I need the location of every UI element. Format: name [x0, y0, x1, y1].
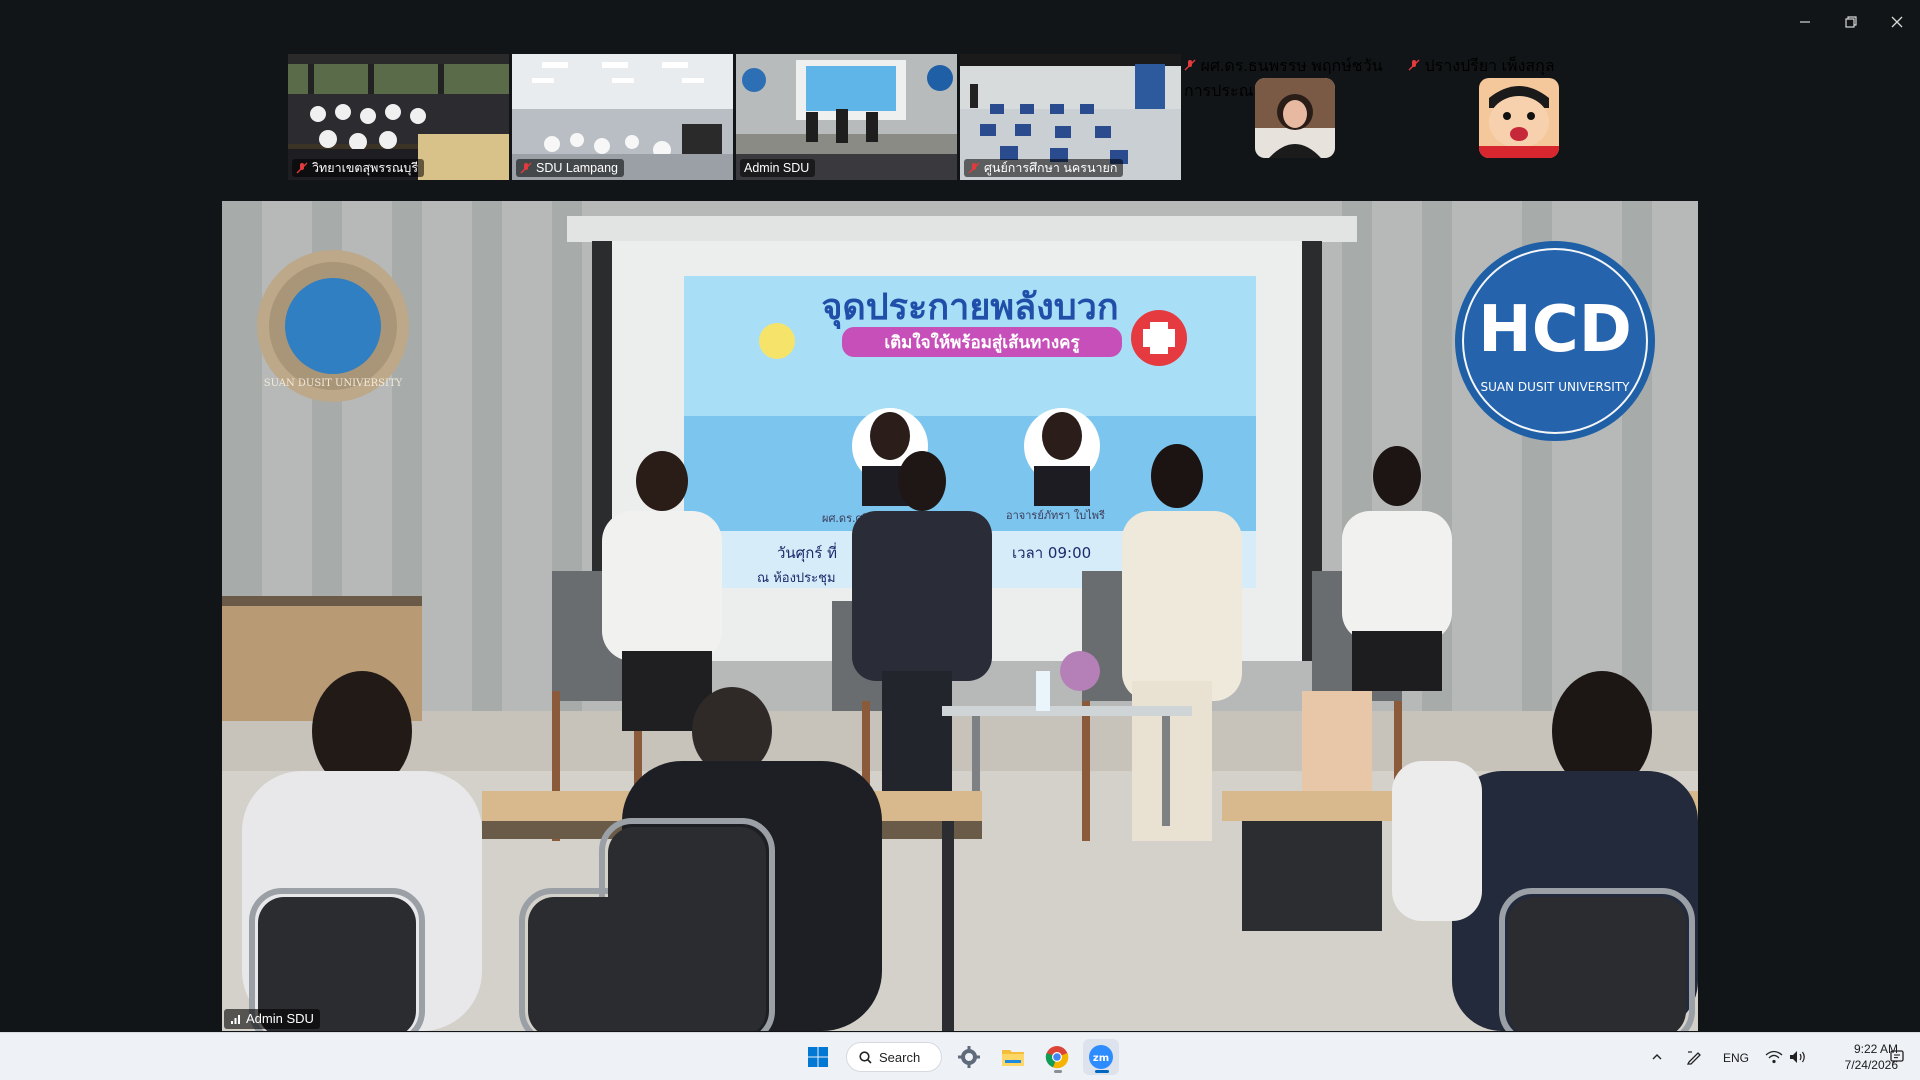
chrome-app[interactable] — [1039, 1039, 1075, 1075]
taskbar-search[interactable]: Search — [846, 1042, 942, 1072]
poster-title: จุดประกายพลังบวก — [821, 287, 1118, 330]
participant-tile[interactable]: ผศ.ดร.ธนพรรษ พฤกษ์ชวัน การประณ... — [1184, 54, 1405, 180]
zoom-meeting-window: วิทยาเขตสุพรรณบุรี SDU Lampang Admin SDU… — [0, 0, 1920, 1080]
poster-place: ณ ห้องประชุม — [757, 571, 836, 586]
active-indicator — [1095, 1070, 1109, 1073]
zoom-app[interactable]: zm — [1083, 1039, 1119, 1075]
close-button[interactable] — [1877, 10, 1917, 34]
right-logo-subtext: SUAN DUSIT UNIVERSITY — [1481, 380, 1631, 394]
main-speaker-video[interactable]: จุดประกายพลังบวก เติมใจให้พร้อมสู่เส้นทา… — [222, 201, 1698, 1031]
mic-off-icon — [1408, 59, 1420, 71]
svg-text:zm: zm — [1093, 1053, 1109, 1064]
poster-date: วันศุกร์ ที่ — [777, 542, 837, 563]
settings-app[interactable] — [951, 1039, 987, 1075]
poster-time: เวลา 09:00 — [1012, 544, 1091, 562]
participant-tile[interactable]: SDU Lampang — [512, 54, 733, 180]
participant-name: ศูนย์การศึกษา นครนายก — [964, 159, 1124, 177]
pen-icon — [1686, 1051, 1701, 1065]
wifi-icon — [1765, 1050, 1783, 1064]
participant-name-text: Admin SDU — [744, 161, 810, 175]
main-speaker-name: Admin SDU — [224, 1009, 320, 1029]
avatar — [1255, 78, 1335, 158]
search-icon — [859, 1050, 872, 1064]
volume-icon — [1790, 1051, 1805, 1063]
language-text: ENG — [1723, 1051, 1750, 1065]
participant-name-text: ปรางปรียา เพ็งสกุล — [1424, 58, 1555, 75]
participant-name-text: วิทยาเขตสุพรรณบุรี — [312, 161, 419, 175]
poster-subtitle: เติมใจให้พร้อมสู่เส้นทางครู — [884, 332, 1080, 354]
close-icon — [1891, 16, 1903, 28]
mic-off-icon — [968, 162, 980, 174]
signal-icon — [231, 1015, 240, 1024]
participant-name-text: SDU Lampang — [536, 161, 618, 175]
participant-name: ปรางปรียา เพ็งสกุล — [1408, 54, 1629, 79]
right-logo-text: HCD — [1478, 293, 1632, 367]
left-logo-text: SUAN DUSIT UNIVERSITY — [264, 378, 403, 389]
zoom-icon: zm — [1089, 1045, 1113, 1069]
running-indicator — [1054, 1070, 1062, 1073]
tray-overflow-button[interactable] — [1645, 1039, 1669, 1075]
language-indicator[interactable]: ENG — [1723, 1051, 1749, 1065]
main-speaker-name-text: Admin SDU — [246, 1011, 314, 1026]
restore-icon — [1845, 16, 1857, 28]
participant-tile[interactable]: ปรางปรียา เพ็งสกุล — [1408, 54, 1629, 180]
avatar — [1479, 78, 1559, 158]
mic-off-icon — [520, 162, 532, 174]
settings-icon — [958, 1046, 980, 1068]
file-explorer-app[interactable] — [995, 1039, 1031, 1075]
restore-button[interactable] — [1831, 10, 1871, 34]
participant-tile[interactable]: ศูนย์การศึกษา นครนายก — [960, 54, 1181, 180]
stage-scene: จุดประกายพลังบวก เติมใจให้พร้อมสู่เส้นทา… — [222, 201, 1698, 1031]
start-button[interactable] — [800, 1039, 836, 1075]
network-volume-button[interactable] — [1756, 1039, 1816, 1075]
participant-name: Admin SDU — [740, 159, 816, 177]
poster-right-caption: อาจารย์ภัทรา ใบไพรี — [1006, 509, 1105, 522]
notification-icon — [1890, 1050, 1904, 1064]
mic-off-icon — [296, 162, 308, 174]
notification-button[interactable] — [1882, 1039, 1912, 1075]
file-explorer-icon — [1002, 1050, 1024, 1066]
minimize-button[interactable] — [1785, 10, 1825, 34]
windows-start-icon — [808, 1047, 828, 1067]
participant-tile-active[interactable]: Admin SDU — [736, 54, 957, 180]
minimize-icon — [1800, 21, 1810, 23]
participant-name: วิทยาเขตสุพรรณบุรี — [292, 159, 425, 177]
chrome-icon — [1045, 1046, 1069, 1069]
participant-tile[interactable]: วิทยาเขตสุพรรณบุรี — [288, 54, 509, 180]
mic-off-icon — [1184, 59, 1196, 71]
chevron-up-icon — [1652, 1054, 1662, 1060]
participant-name-text: ศูนย์การศึกษา นครนายก — [984, 161, 1118, 175]
search-label: Search — [879, 1049, 921, 1065]
participant-name: SDU Lampang — [516, 159, 624, 177]
pen-menu-button[interactable] — [1680, 1039, 1710, 1075]
taskbar: Search zm ENG 9:22 AM 7/24/2026 — [0, 1032, 1920, 1080]
